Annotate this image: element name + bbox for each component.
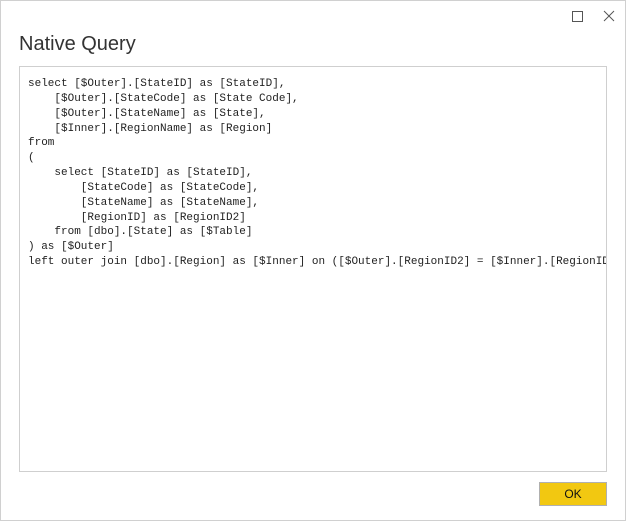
maximize-icon	[572, 11, 583, 22]
dialog-body: Native Query select [$Outer].[StateID] a…	[3, 29, 623, 518]
maximize-button[interactable]	[567, 6, 587, 26]
close-button[interactable]	[599, 6, 619, 26]
native-query-text: select [$Outer].[StateID] as [StateID], …	[28, 77, 598, 270]
native-query-textbox[interactable]: select [$Outer].[StateID] as [StateID], …	[19, 66, 607, 472]
button-row: OK	[19, 472, 607, 506]
titlebar	[3, 3, 623, 29]
dialog-title: Native Query	[19, 33, 607, 56]
ok-button[interactable]: OK	[539, 482, 607, 506]
close-icon	[603, 10, 615, 22]
